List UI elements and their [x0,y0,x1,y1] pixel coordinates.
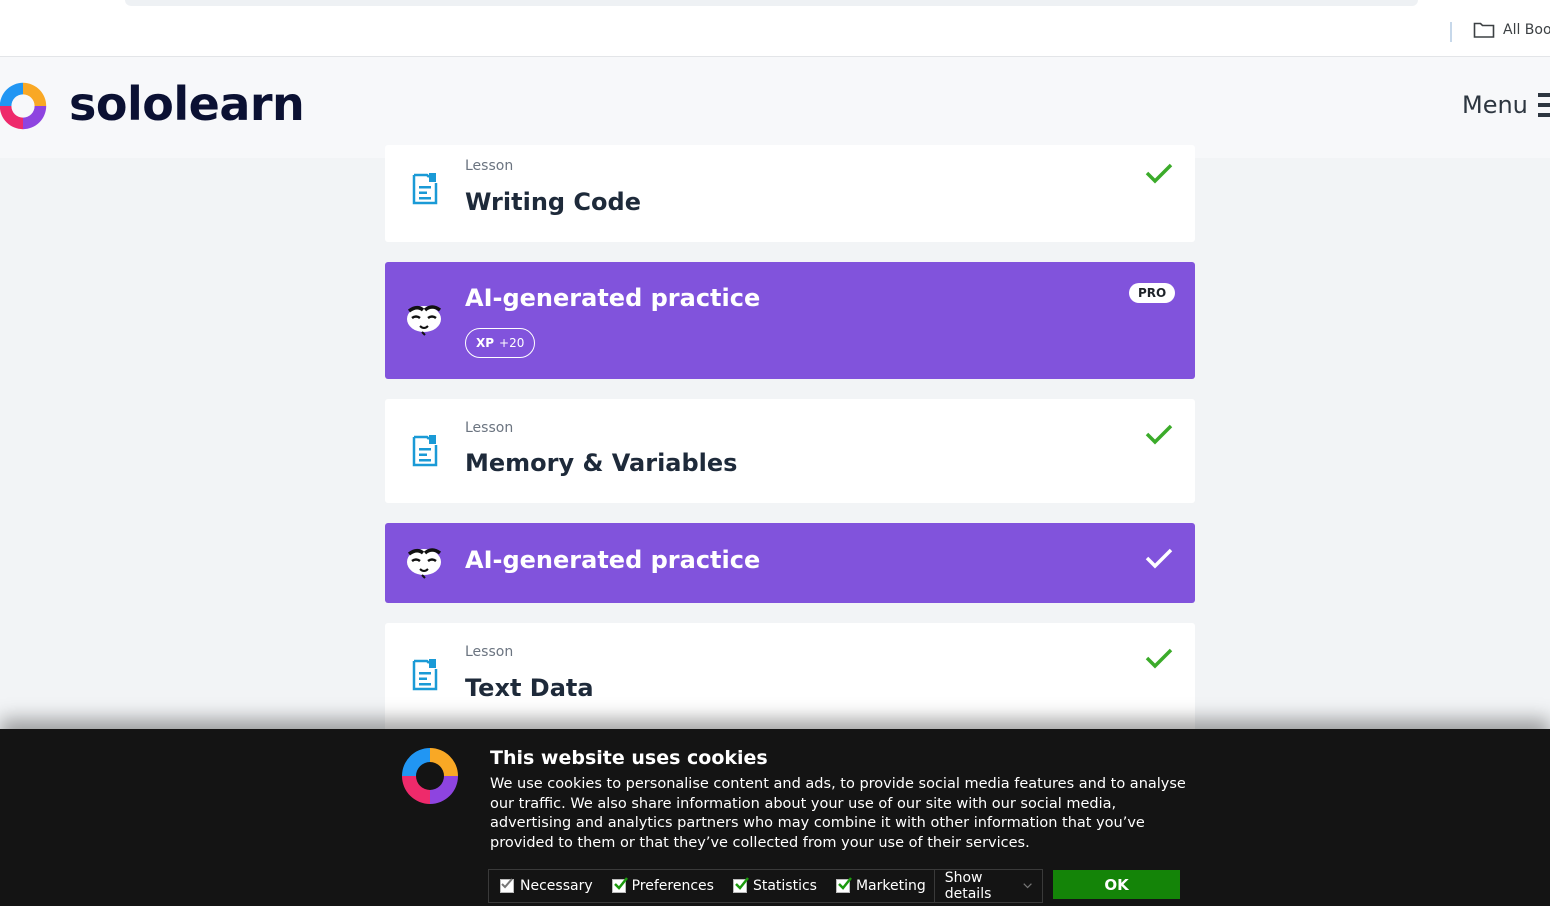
address-bar[interactable] [125,0,1418,6]
ai-practice-card-pro[interactable]: AI-generated practice PRO XP +20 [385,262,1195,379]
xp-label: XP [476,336,495,350]
checkbox-checked-icon [835,877,852,893]
completed-check-icon [1145,648,1173,669]
chevron-down-icon [1023,883,1032,889]
checkbox-locked-icon [500,878,514,893]
lesson-kicker: Lesson [465,420,514,436]
browser-toolbar: All Boo [0,0,1550,57]
lesson-document-icon [412,435,438,467]
lesson-title: Text Data [465,674,594,702]
ai-practice-card-completed[interactable]: AI-generated practice [385,523,1195,603]
lesson-kicker: Lesson [465,644,514,660]
checkbox-checked-icon [732,877,749,893]
brand-name[interactable]: sololearn [69,77,305,131]
xp-value: +20 [499,336,525,350]
lesson-card-writing-code[interactable]: Lesson Writing Code [385,145,1195,242]
ai-mascot-icon [407,548,442,579]
cookie-option-preferences[interactable]: Preferences [601,877,722,894]
cookie-ok-button[interactable]: OK [1053,870,1180,899]
all-bookmarks-label: All Boo [1503,22,1550,38]
sololearn-logo-icon[interactable] [0,77,52,135]
cookie-option-marketing[interactable]: Marketing [825,877,934,894]
ai-mascot-icon [407,305,442,336]
cookie-consent-banner: This website uses cookies We use cookies… [0,729,1550,906]
practice-title: AI-generated practice [465,284,761,312]
sololearn-logo-icon [402,748,458,804]
all-bookmarks-button[interactable]: All Boo [1473,21,1550,39]
checkbox-checked-icon [611,877,628,893]
lesson-card-text-data[interactable]: Lesson Text Data [385,623,1195,733]
completed-check-icon [1145,424,1173,445]
cookie-option-statistics[interactable]: Statistics [722,877,825,894]
menu-label: Menu [1462,91,1528,119]
show-details-label: Show details [944,870,992,902]
show-details-button[interactable]: Show details [933,870,1042,902]
option-label: Necessary [520,878,593,894]
option-label: Preferences [631,878,714,894]
xp-reward-pill: XP +20 [465,328,536,358]
pro-badge: PRO [1129,283,1176,303]
menu-button[interactable]: Menu [1462,91,1550,119]
lesson-document-icon [412,173,438,205]
lesson-document-icon [412,659,438,691]
cookie-option-necessary[interactable]: Necessary [489,878,601,894]
lesson-title: Writing Code [465,188,641,216]
site-header: sololearn Menu [0,57,1550,158]
cookie-options-bar: Necessary Preferences Statistics Marketi… [488,869,1043,903]
lesson-card-memory-variables[interactable]: Lesson Memory & Variables [385,399,1195,503]
option-label: Marketing [855,878,926,894]
option-label: Statistics [752,878,817,894]
completed-check-icon [1145,163,1173,184]
completed-check-icon [1145,548,1173,569]
hamburger-icon [1537,91,1550,119]
cookie-title: This website uses cookies [490,747,768,769]
lesson-kicker: Lesson [465,158,514,174]
cookie-description: We use cookies to personalise content an… [490,776,1186,851]
folder-icon [1473,22,1495,38]
practice-title: AI-generated practice [465,546,761,574]
toolbar-separator [1450,22,1452,42]
lesson-title: Memory & Variables [465,449,738,477]
